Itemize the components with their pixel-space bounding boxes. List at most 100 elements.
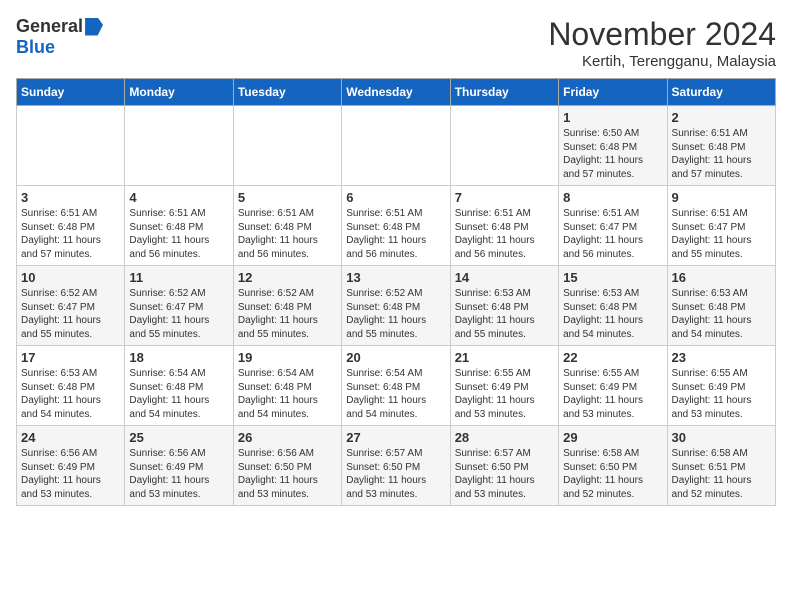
header-cell-friday: Friday (559, 79, 667, 106)
day-number: 21 (455, 350, 554, 365)
day-info: Sunrise: 6:51 AM Sunset: 6:48 PM Dayligh… (455, 207, 554, 261)
day-info: Sunrise: 6:54 AM Sunset: 6:48 PM Dayligh… (346, 367, 445, 421)
day-info: Sunrise: 6:57 AM Sunset: 6:50 PM Dayligh… (346, 447, 445, 501)
day-number: 6 (346, 190, 445, 205)
day-cell: 18 Sunrise: 6:54 AM Sunset: 6:48 PM Dayli… (125, 346, 233, 426)
day-cell: 25Sunrise: 6:56 AM Sunset: 6:49 PM Dayli… (125, 426, 233, 506)
day-number: 5 (238, 190, 337, 205)
day-number: 12 (238, 270, 337, 285)
day-cell: 9 Sunrise: 6:51 AM Sunset: 6:47 PM Daylig… (667, 186, 775, 266)
day-info: Sunrise: 6:58 AM Sunset: 6:51 PM Dayligh… (672, 447, 771, 501)
day-info: Sunrise: 6:57 AM Sunset: 6:50 PM Dayligh… (455, 447, 554, 501)
day-number: 8 (563, 190, 662, 205)
week-row-4: 17 Sunrise: 6:53 AM Sunset: 6:48 PM Dayli… (17, 346, 776, 426)
day-info: Sunrise: 6:51 AM Sunset: 6:48 PM Dayligh… (129, 207, 228, 261)
day-number: 16 (672, 270, 771, 285)
day-number: 13 (346, 270, 445, 285)
logo-blue-text: Blue (16, 37, 55, 58)
logo: General Blue (16, 16, 103, 58)
day-info: Sunrise: 6:52 AM Sunset: 6:48 PM Dayligh… (346, 287, 445, 341)
day-number: 2 (672, 110, 771, 125)
day-info: Sunrise: 6:52 AM Sunset: 6:47 PM Dayligh… (129, 287, 228, 341)
day-cell: 23 Sunrise: 6:55 AM Sunset: 6:49 PM Dayli… (667, 346, 775, 426)
day-cell: 8 Sunrise: 6:51 AM Sunset: 6:47 PM Daylig… (559, 186, 667, 266)
day-info: Sunrise: 6:56 AM Sunset: 6:49 PM Dayligh… (21, 447, 120, 501)
calendar-table: SundayMondayTuesdayWednesdayThursdayFrid… (16, 78, 776, 506)
day-info: Sunrise: 6:51 AM Sunset: 6:47 PM Dayligh… (672, 207, 771, 261)
header-row: SundayMondayTuesdayWednesdayThursdayFrid… (17, 79, 776, 106)
day-number: 22 (563, 350, 662, 365)
day-info: Sunrise: 6:58 AM Sunset: 6:50 PM Dayligh… (563, 447, 662, 501)
day-cell (17, 106, 125, 186)
day-number: 19 (238, 350, 337, 365)
header-cell-saturday: Saturday (667, 79, 775, 106)
day-number: 18 (129, 350, 228, 365)
day-number: 14 (455, 270, 554, 285)
day-info: Sunrise: 6:53 AM Sunset: 6:48 PM Dayligh… (455, 287, 554, 341)
day-cell: 14 Sunrise: 6:53 AM Sunset: 6:48 PM Dayli… (450, 266, 558, 346)
day-number: 10 (21, 270, 120, 285)
day-cell: 17 Sunrise: 6:53 AM Sunset: 6:48 PM Dayli… (17, 346, 125, 426)
day-number: 25 (129, 430, 228, 445)
day-info: Sunrise: 6:51 AM Sunset: 6:47 PM Dayligh… (563, 207, 662, 261)
day-info: Sunrise: 6:53 AM Sunset: 6:48 PM Dayligh… (21, 367, 120, 421)
day-cell: 28Sunrise: 6:57 AM Sunset: 6:50 PM Dayli… (450, 426, 558, 506)
day-cell: 5 Sunrise: 6:51 AM Sunset: 6:48 PM Daylig… (233, 186, 341, 266)
day-number: 24 (21, 430, 120, 445)
header-cell-tuesday: Tuesday (233, 79, 341, 106)
day-info: Sunrise: 6:51 AM Sunset: 6:48 PM Dayligh… (21, 207, 120, 261)
day-number: 17 (21, 350, 120, 365)
day-cell: 15Sunrise: 6:53 AM Sunset: 6:48 PM Dayli… (559, 266, 667, 346)
day-number: 9 (672, 190, 771, 205)
week-row-1: 1 Sunrise: 6:50 AM Sunset: 6:48 PM Daylig… (17, 106, 776, 186)
day-cell (342, 106, 450, 186)
title-section: November 2024 Kertih, Terengganu, Malays… (548, 16, 776, 70)
day-info: Sunrise: 6:54 AM Sunset: 6:48 PM Dayligh… (238, 367, 337, 421)
day-cell: 20Sunrise: 6:54 AM Sunset: 6:48 PM Dayli… (342, 346, 450, 426)
day-info: Sunrise: 6:51 AM Sunset: 6:48 PM Dayligh… (672, 127, 771, 181)
day-cell (125, 106, 233, 186)
day-cell: 3Sunrise: 6:51 AM Sunset: 6:48 PM Daylig… (17, 186, 125, 266)
week-row-5: 24 Sunrise: 6:56 AM Sunset: 6:49 PM Dayli… (17, 426, 776, 506)
day-cell (233, 106, 341, 186)
day-cell: 16Sunrise: 6:53 AM Sunset: 6:48 PM Dayli… (667, 266, 775, 346)
day-number: 27 (346, 430, 445, 445)
header-cell-wednesday: Wednesday (342, 79, 450, 106)
day-number: 4 (129, 190, 228, 205)
day-cell: 21 Sunrise: 6:55 AM Sunset: 6:49 PM Dayli… (450, 346, 558, 426)
week-row-2: 3Sunrise: 6:51 AM Sunset: 6:48 PM Daylig… (17, 186, 776, 266)
day-cell: 1 Sunrise: 6:50 AM Sunset: 6:48 PM Daylig… (559, 106, 667, 186)
day-number: 7 (455, 190, 554, 205)
day-info: Sunrise: 6:56 AM Sunset: 6:50 PM Dayligh… (238, 447, 337, 501)
day-cell: 19 Sunrise: 6:54 AM Sunset: 6:48 PM Dayli… (233, 346, 341, 426)
day-cell: 6Sunrise: 6:51 AM Sunset: 6:48 PM Daylig… (342, 186, 450, 266)
logo-general-text: General (16, 16, 83, 37)
day-info: Sunrise: 6:55 AM Sunset: 6:49 PM Dayligh… (672, 367, 771, 421)
day-cell: 2 Sunrise: 6:51 AM Sunset: 6:48 PM Daylig… (667, 106, 775, 186)
day-cell: 7 Sunrise: 6:51 AM Sunset: 6:48 PM Daylig… (450, 186, 558, 266)
day-cell: 22 Sunrise: 6:55 AM Sunset: 6:49 PM Dayli… (559, 346, 667, 426)
month-title: November 2024 (548, 16, 776, 53)
page-header: General Blue November 2024 Kertih, Teren… (16, 16, 776, 70)
header-cell-sunday: Sunday (17, 79, 125, 106)
header-cell-thursday: Thursday (450, 79, 558, 106)
day-number: 30 (672, 430, 771, 445)
day-info: Sunrise: 6:52 AM Sunset: 6:47 PM Dayligh… (21, 287, 120, 341)
day-number: 29 (563, 430, 662, 445)
day-number: 11 (129, 270, 228, 285)
day-cell: 10 Sunrise: 6:52 AM Sunset: 6:47 PM Dayli… (17, 266, 125, 346)
day-info: Sunrise: 6:54 AM Sunset: 6:48 PM Dayligh… (129, 367, 228, 421)
day-number: 1 (563, 110, 662, 125)
day-number: 23 (672, 350, 771, 365)
logo-icon (85, 18, 103, 36)
day-info: Sunrise: 6:51 AM Sunset: 6:48 PM Dayligh… (238, 207, 337, 261)
day-info: Sunrise: 6:50 AM Sunset: 6:48 PM Dayligh… (563, 127, 662, 181)
day-cell (450, 106, 558, 186)
day-info: Sunrise: 6:55 AM Sunset: 6:49 PM Dayligh… (455, 367, 554, 421)
location-text: Kertih, Terengganu, Malaysia (548, 53, 776, 70)
day-cell: 4 Sunrise: 6:51 AM Sunset: 6:48 PM Daylig… (125, 186, 233, 266)
day-info: Sunrise: 6:55 AM Sunset: 6:49 PM Dayligh… (563, 367, 662, 421)
header-cell-monday: Monday (125, 79, 233, 106)
day-cell: 13 Sunrise: 6:52 AM Sunset: 6:48 PM Dayli… (342, 266, 450, 346)
day-info: Sunrise: 6:53 AM Sunset: 6:48 PM Dayligh… (563, 287, 662, 341)
